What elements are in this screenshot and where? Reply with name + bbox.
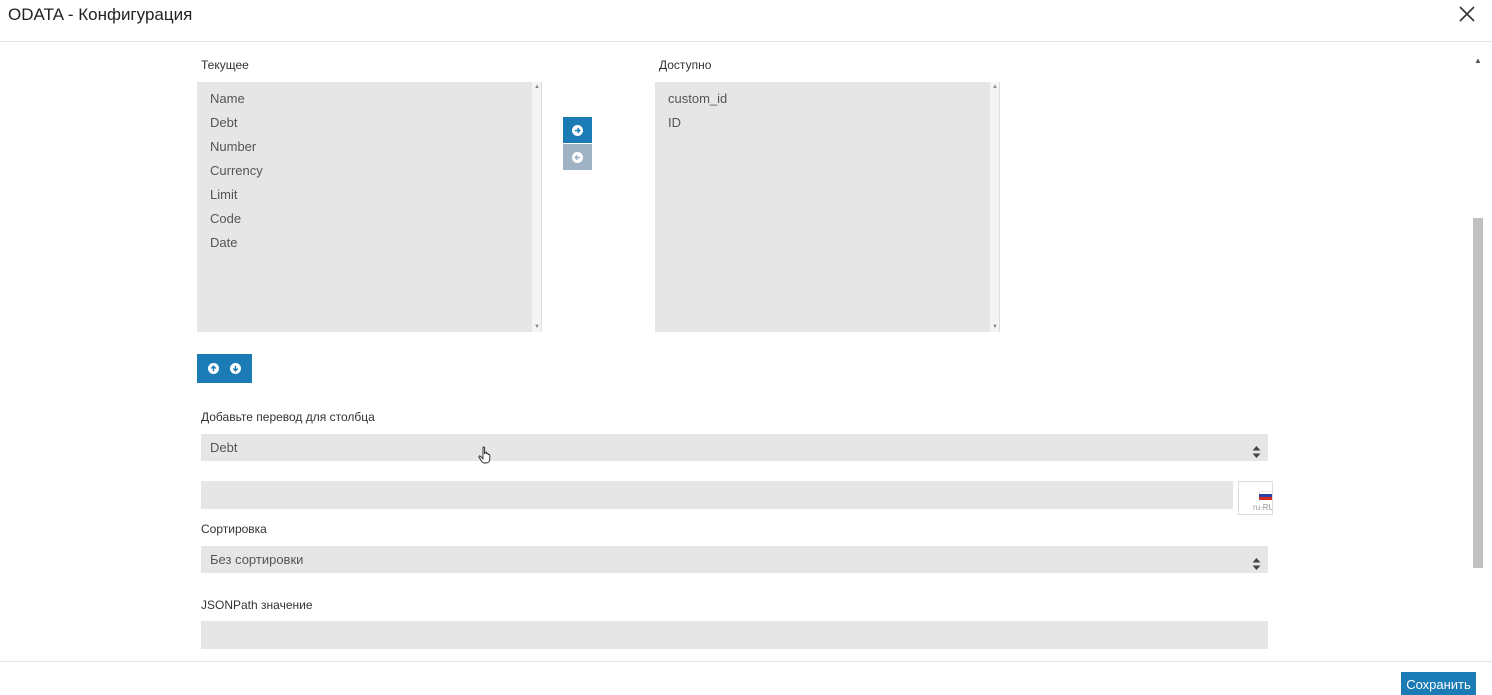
jsonpath-label: JSONPath значение — [201, 598, 313, 612]
jsonpath-input[interactable] — [201, 621, 1268, 649]
list-item[interactable]: Limit — [210, 188, 263, 212]
scrollbar-thumb[interactable] — [1473, 218, 1483, 568]
scroll-down-icon[interactable]: ▼ — [992, 324, 998, 330]
dialog-header: ODATA - Конфигурация — [0, 0, 1492, 42]
list-item[interactable]: Name — [210, 92, 263, 116]
save-button[interactable]: Сохранить — [1401, 672, 1476, 695]
sort-arrows-icon — [1252, 441, 1261, 458]
list-item[interactable]: Number — [210, 140, 263, 164]
translation-column-select[interactable]: Debt — [201, 434, 1268, 461]
sort-arrows-icon — [1252, 553, 1261, 570]
sorting-label: Сортировка — [201, 522, 267, 536]
arrow-right-circle-icon — [572, 124, 583, 136]
arrow-up-circle-icon[interactable] — [208, 363, 219, 374]
reorder-buttons — [197, 354, 252, 383]
locale-selector[interactable]: ru-RU — [1238, 481, 1273, 515]
available-list-scrollbar[interactable]: ▲ ▼ — [990, 82, 999, 332]
list-item[interactable]: Date — [210, 236, 263, 260]
move-right-button[interactable] — [563, 117, 592, 143]
russian-flag-icon — [1259, 491, 1272, 500]
dialog-footer: Сохранить — [0, 661, 1492, 695]
current-columns-label: Текущее — [201, 58, 249, 72]
current-columns-list[interactable]: Name Debt Number Currency Limit Code Dat… — [197, 82, 542, 332]
list-item[interactable]: ID — [668, 116, 727, 140]
dialog-content: Текущее Доступно Name Debt Number Curren… — [0, 43, 1470, 661]
close-icon[interactable] — [1457, 4, 1477, 24]
list-item[interactable]: custom_id — [668, 92, 727, 116]
scroll-up-icon[interactable]: ▲ — [992, 84, 998, 90]
current-list-scrollbar[interactable]: ▲ ▼ — [532, 82, 541, 332]
scroll-up-icon[interactable]: ▲ — [534, 84, 540, 90]
locale-code: ru-RU — [1253, 503, 1273, 512]
move-left-button[interactable] — [563, 144, 592, 170]
translation-input[interactable] — [201, 481, 1233, 509]
hand-cursor-icon — [478, 446, 491, 464]
list-item[interactable]: Currency — [210, 164, 263, 188]
available-columns-list[interactable]: custom_id ID ▲ ▼ — [655, 82, 1000, 332]
translation-label: Добавьте перевод для столбца — [201, 410, 375, 424]
dialog-scrollbar[interactable]: ▲ — [1472, 56, 1484, 661]
scroll-down-icon[interactable]: ▼ — [534, 324, 540, 330]
dialog-title: ODATA - Конфигурация — [8, 5, 193, 24]
scroll-up-icon[interactable]: ▲ — [1474, 56, 1482, 65]
sorting-value: Без сортировки — [210, 552, 304, 567]
arrow-down-circle-icon[interactable] — [230, 363, 241, 374]
list-item[interactable]: Debt — [210, 116, 263, 140]
translation-column-value: Debt — [210, 440, 238, 455]
arrow-left-circle-icon — [572, 151, 583, 163]
available-columns-label: Доступно — [659, 58, 712, 72]
sorting-select[interactable]: Без сортировки — [201, 546, 1268, 573]
list-item[interactable]: Code — [210, 212, 263, 236]
